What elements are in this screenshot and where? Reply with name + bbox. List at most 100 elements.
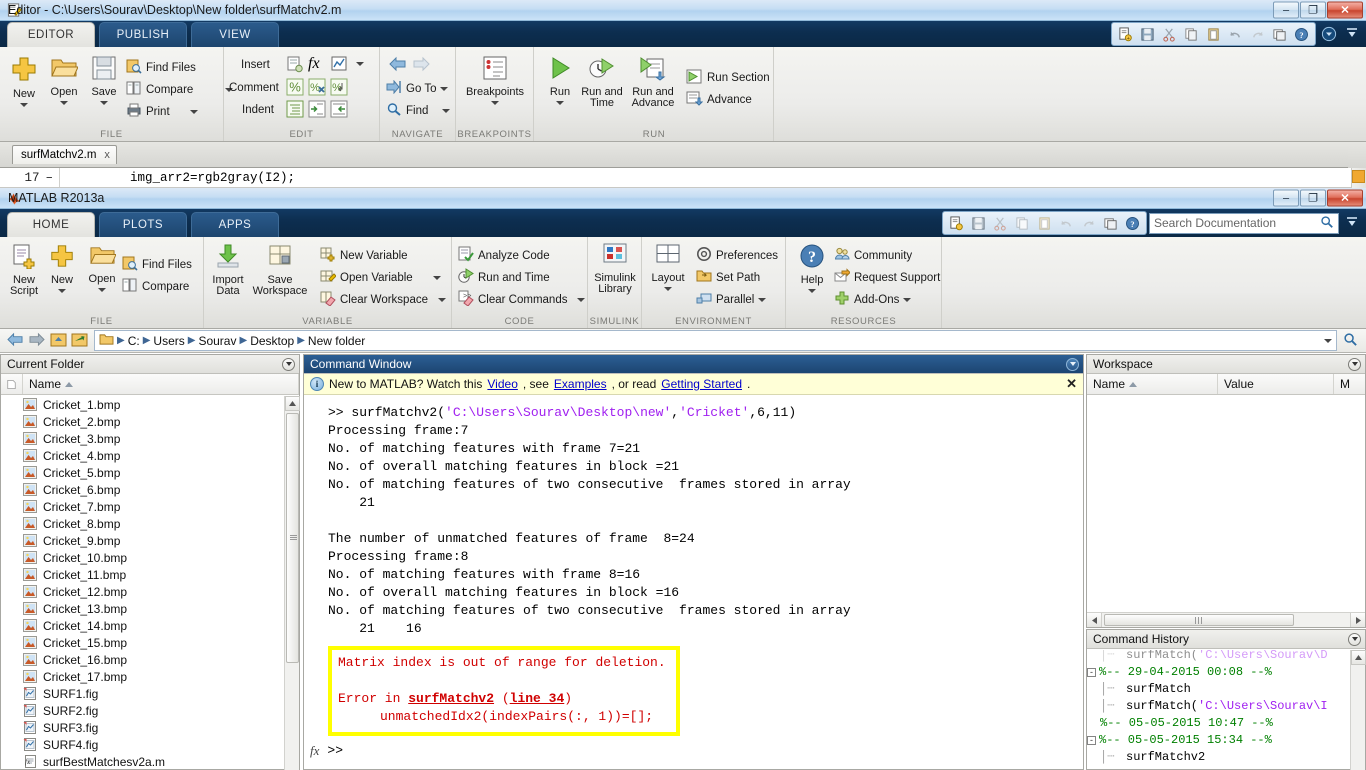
breadcrumb[interactable]: ▶ C: ▶ Users ▶ Sourav ▶ Desktop ▶ New fo…: [94, 330, 1337, 351]
file-list-item[interactable]: Cricket_14.bmp: [1, 617, 284, 634]
paste-icon[interactable]: [1203, 24, 1224, 44]
file-list-item[interactable]: Cricket_16.bmp: [1, 651, 284, 668]
file-list-item[interactable]: Cricket_11.bmp: [1, 566, 284, 583]
new-variable-button[interactable]: New Variable: [320, 246, 408, 265]
run-caret-icon[interactable]: [556, 101, 564, 106]
fx-function-icon[interactable]: fx: [308, 55, 320, 73]
video-link[interactable]: Video: [487, 377, 517, 391]
open-caret-icon[interactable]: [60, 101, 68, 106]
name-column-header[interactable]: Name: [23, 374, 299, 394]
new-script-icon[interactable]: [946, 213, 967, 233]
search-magnifier-icon[interactable]: [1341, 332, 1362, 350]
clear-commands-caret-icon[interactable]: [577, 297, 586, 302]
file-list-item[interactable]: Cricket_2.bmp: [1, 413, 284, 430]
matlab-minimize-button[interactable]: –: [1273, 189, 1299, 207]
command-history-list[interactable]: │┈ surfMatch('C:\Users\Sourav\D - %-- 29-04…: [1087, 650, 1350, 769]
workspace-m-column[interactable]: M: [1334, 374, 1365, 394]
error-function-link[interactable]: surfMatchv2: [408, 691, 494, 706]
insert-caret-icon[interactable]: [356, 62, 364, 66]
save-workspace-button[interactable]: Save Workspace: [248, 243, 312, 298]
wrap-comment-icon[interactable]: %: [330, 78, 348, 99]
command-history-scrollbar[interactable]: [1350, 650, 1366, 770]
new-caret-icon[interactable]: [20, 103, 28, 108]
compare-button[interactable]: Compare: [122, 277, 189, 296]
parallel-button[interactable]: Parallel: [696, 290, 767, 309]
find-caret-icon[interactable]: [442, 108, 451, 113]
new-caret-icon[interactable]: [58, 289, 66, 294]
redo-icon[interactable]: [1247, 24, 1268, 44]
tree-collapse-icon[interactable]: -: [1087, 736, 1096, 745]
browse-folder-icon[interactable]: [69, 332, 90, 350]
run-button[interactable]: Run: [538, 55, 582, 110]
error-line-link[interactable]: line 34: [510, 691, 565, 706]
community-button[interactable]: Community: [834, 246, 912, 265]
uncomment-icon[interactable]: %: [308, 78, 326, 99]
back-arrow-icon[interactable]: [4, 332, 26, 350]
find-files-button[interactable]: Find Files: [122, 255, 192, 274]
find-button[interactable]: Find: [386, 102, 451, 119]
save-icon[interactable]: [968, 213, 989, 233]
analyze-code-button[interactable]: Analyze Code: [458, 246, 550, 265]
add-ons-button[interactable]: Add-Ons: [834, 290, 912, 309]
editor-code-area[interactable]: 17 – img_arr2=rgb2gray(I2);: [0, 168, 1366, 188]
file-list-item[interactable]: Cricket_15.bmp: [1, 634, 284, 651]
editor-close-button[interactable]: ✕: [1327, 1, 1363, 19]
file-list-item[interactable]: Cricket_17.bmp: [1, 668, 284, 685]
request-support-button[interactable]: Request Support: [834, 268, 940, 287]
breakpoints-button[interactable]: Breakpoints: [462, 55, 528, 110]
open-caret-icon[interactable]: [98, 288, 106, 293]
insert-snippet-icon[interactable]: [286, 55, 304, 76]
file-list-item[interactable]: Cricket_10.bmp: [1, 549, 284, 566]
breadcrumb-item-0[interactable]: C:: [128, 334, 140, 348]
workspace-scroll-thumb[interactable]: [1104, 614, 1294, 626]
command-history-menu-icon[interactable]: [1348, 632, 1361, 646]
editor-vertical-scrollbar[interactable]: [1351, 168, 1366, 188]
clear-workspace-button[interactable]: Clear Workspace: [320, 290, 446, 309]
executable-dash[interactable]: –: [45, 171, 53, 185]
workspace-horizontal-scrollbar[interactable]: [1087, 612, 1365, 627]
advance-button[interactable]: Advance: [686, 91, 752, 109]
current-folder-menu-icon[interactable]: [282, 357, 295, 371]
file-list-item[interactable]: Cricket_4.bmp: [1, 447, 284, 464]
find-files-button[interactable]: Find Files: [126, 58, 196, 77]
open-variable-button[interactable]: Open Variable: [320, 268, 441, 287]
clear-commands-button[interactable]: >> Clear Commands: [458, 290, 586, 309]
parallel-caret-icon[interactable]: [758, 297, 767, 302]
import-data-button[interactable]: Import Data: [206, 243, 250, 298]
add-ons-caret-icon[interactable]: [903, 297, 912, 302]
workspace-name-column[interactable]: Name: [1087, 374, 1218, 394]
tab-apps[interactable]: APPS: [191, 212, 279, 237]
command-history-item[interactable]: │┈ surfMatch('C:\Users\Sourav\D: [1087, 650, 1350, 664]
fx-function-icon[interactable]: fx: [310, 742, 319, 760]
file-list-item[interactable]: Cricket_1.bmp: [1, 396, 284, 413]
forward-arrow-icon[interactable]: [26, 332, 48, 350]
new-script-icon[interactable]: +: [1115, 24, 1136, 44]
cut-icon[interactable]: [1159, 24, 1180, 44]
workspace-value-column[interactable]: Value: [1218, 374, 1334, 394]
save-caret-icon[interactable]: [100, 101, 108, 106]
copy-icon[interactable]: [1181, 24, 1202, 44]
help-icon[interactable]: ?: [1122, 213, 1143, 233]
new-button[interactable]: New: [40, 243, 84, 298]
hscroll-left-arrow[interactable]: [1087, 613, 1102, 627]
file-list-item[interactable]: SURF2.fig: [1, 702, 284, 719]
set-path-button[interactable]: Set Path: [696, 268, 760, 287]
examples-link[interactable]: Examples: [554, 377, 607, 391]
comment-percent-icon[interactable]: %: [286, 78, 304, 99]
open-button[interactable]: Open: [80, 243, 124, 297]
file-list-item[interactable]: Cricket_8.bmp: [1, 515, 284, 532]
command-history-item[interactable]: │┈ surfMatchv2: [1087, 749, 1350, 766]
document-tab-surfmatchv2[interactable]: surfMatchv2.m x: [12, 145, 117, 164]
search-magnifier-icon[interactable]: [1320, 215, 1334, 232]
file-list-item[interactable]: Cricket_13.bmp: [1, 600, 284, 617]
search-documentation-input[interactable]: Search Documentation: [1149, 212, 1339, 234]
figure-icon[interactable]: [330, 55, 348, 76]
layout-button[interactable]: Layout: [646, 243, 690, 296]
tab-publish[interactable]: PUBLISH: [99, 22, 187, 47]
run-and-advance-button[interactable]: Run and Advance: [626, 55, 680, 110]
run-section-button[interactable]: Run Section: [686, 69, 770, 87]
undo-icon[interactable]: [1225, 24, 1246, 44]
breadcrumb-item-4[interactable]: New folder: [308, 334, 365, 348]
indent-left-icon[interactable]: [330, 100, 348, 121]
matlab-close-button[interactable]: ✕: [1327, 189, 1363, 207]
